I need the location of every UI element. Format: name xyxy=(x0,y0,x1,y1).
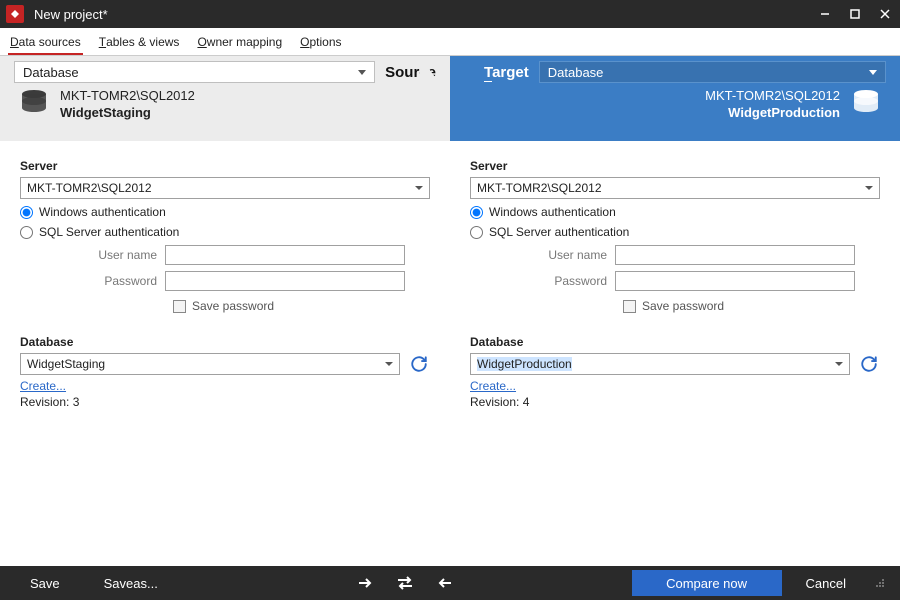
server-heading: Server xyxy=(470,159,880,173)
server-heading: Server xyxy=(20,159,430,173)
save-password-checkbox[interactable] xyxy=(623,300,636,313)
source-type-dropdown[interactable]: Database xyxy=(14,61,375,83)
target-db-text: WidgetProduction xyxy=(705,105,840,122)
windows-auth-radio-input[interactable] xyxy=(470,206,483,219)
target-create-db-link[interactable]: Create... xyxy=(470,379,516,393)
app-logo xyxy=(6,5,24,23)
save-as-button[interactable]: Save as... xyxy=(84,570,178,596)
password-label: Password xyxy=(20,274,165,288)
source-target-banner: Database Source MKT-TOMR2\SQL2012 Widget… xyxy=(0,56,900,141)
refresh-icon[interactable] xyxy=(408,353,430,375)
maximize-button[interactable] xyxy=(840,0,870,28)
sql-auth-radio-input[interactable] xyxy=(20,226,33,239)
swap-icon[interactable] xyxy=(387,570,423,596)
target-sql-auth-radio[interactable]: SQL Server authentication xyxy=(470,225,880,239)
target-windows-auth-radio[interactable]: Windows authentication xyxy=(470,205,880,219)
target-save-password-check[interactable]: Save password xyxy=(623,299,880,313)
source-server-combo[interactable]: MKT-TOMR2\SQL2012 xyxy=(20,177,430,199)
tab-data-sources[interactable]: Data sources xyxy=(8,31,83,55)
database-heading: Database xyxy=(470,335,880,349)
password-label: Password xyxy=(470,274,615,288)
titlebar: New project* xyxy=(0,0,900,28)
config-panels: Server MKT-TOMR2\SQL2012 Windows authent… xyxy=(0,141,900,566)
source-windows-auth-radio[interactable]: Windows authentication xyxy=(20,205,430,219)
target-panel: Server MKT-TOMR2\SQL2012 Windows authent… xyxy=(450,141,900,566)
footer-bar: Save Save as... Compare now Cancel xyxy=(0,566,900,600)
source-server-text: MKT-TOMR2\SQL2012 xyxy=(60,88,195,105)
database-heading: Database xyxy=(20,335,430,349)
target-revision-text: Revision: 4 xyxy=(470,395,880,409)
close-button[interactable] xyxy=(870,0,900,28)
source-create-db-link[interactable]: Create... xyxy=(20,379,66,393)
source-username-field[interactable] xyxy=(165,245,405,265)
tab-tables-views[interactable]: Tables & views xyxy=(97,30,182,54)
save-password-checkbox[interactable] xyxy=(173,300,186,313)
source-sql-auth-radio[interactable]: SQL Server authentication xyxy=(20,225,430,239)
arrow-left-icon[interactable] xyxy=(427,570,463,596)
target-password-field[interactable] xyxy=(615,271,855,291)
target-label: Target xyxy=(484,64,529,81)
target-server-combo[interactable]: MKT-TOMR2\SQL2012 xyxy=(470,177,880,199)
source-database-combo[interactable]: WidgetStaging xyxy=(20,353,400,375)
username-label: User name xyxy=(470,248,615,262)
tab-options[interactable]: Options xyxy=(298,30,343,54)
target-type-dropdown[interactable]: Database xyxy=(539,61,886,83)
database-icon xyxy=(850,88,882,121)
compare-now-button[interactable]: Compare now xyxy=(632,570,782,596)
tab-owner-mapping[interactable]: Owner mapping xyxy=(195,30,284,54)
windows-auth-radio-input[interactable] xyxy=(20,206,33,219)
source-panel: Server MKT-TOMR2\SQL2012 Windows authent… xyxy=(0,141,450,566)
source-revision-text: Revision: 3 xyxy=(20,395,430,409)
save-button[interactable]: Save xyxy=(10,570,80,596)
target-username-field[interactable] xyxy=(615,245,855,265)
database-icon xyxy=(18,88,50,121)
arrow-right-icon[interactable] xyxy=(347,570,383,596)
tab-bar: Data sources Tables & views Owner mappin… xyxy=(0,28,900,56)
source-banner: Database Source MKT-TOMR2\SQL2012 Widget… xyxy=(0,56,450,141)
target-server-text: MKT-TOMR2\SQL2012 xyxy=(705,88,840,105)
cancel-button[interactable]: Cancel xyxy=(786,570,866,596)
minimize-button[interactable] xyxy=(810,0,840,28)
source-save-password-check[interactable]: Save password xyxy=(173,299,430,313)
target-banner: Target Database MKT-TOMR2\SQL2012 Widget… xyxy=(450,56,900,141)
source-password-field[interactable] xyxy=(165,271,405,291)
window-title: New project* xyxy=(34,7,810,22)
target-database-combo[interactable]: WidgetProduction xyxy=(470,353,850,375)
refresh-icon[interactable] xyxy=(858,353,880,375)
resize-grip-icon[interactable] xyxy=(870,570,890,596)
username-label: User name xyxy=(20,248,165,262)
sql-auth-radio-input[interactable] xyxy=(470,226,483,239)
source-db-text: WidgetStaging xyxy=(60,105,195,122)
